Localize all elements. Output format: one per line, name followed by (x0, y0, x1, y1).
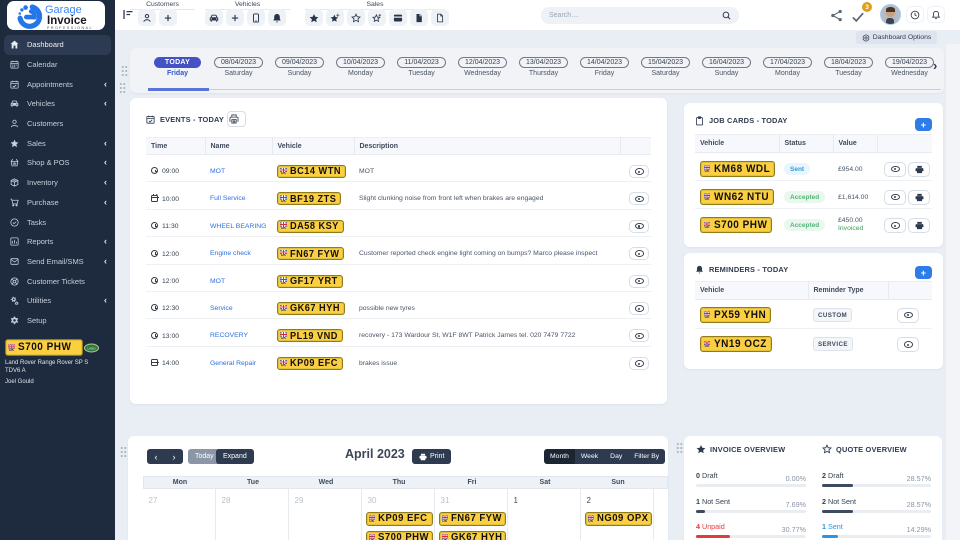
svg-text:LAND: LAND (87, 347, 96, 351)
svg-text:PROFESSIONAL: PROFESSIONAL (47, 26, 93, 30)
